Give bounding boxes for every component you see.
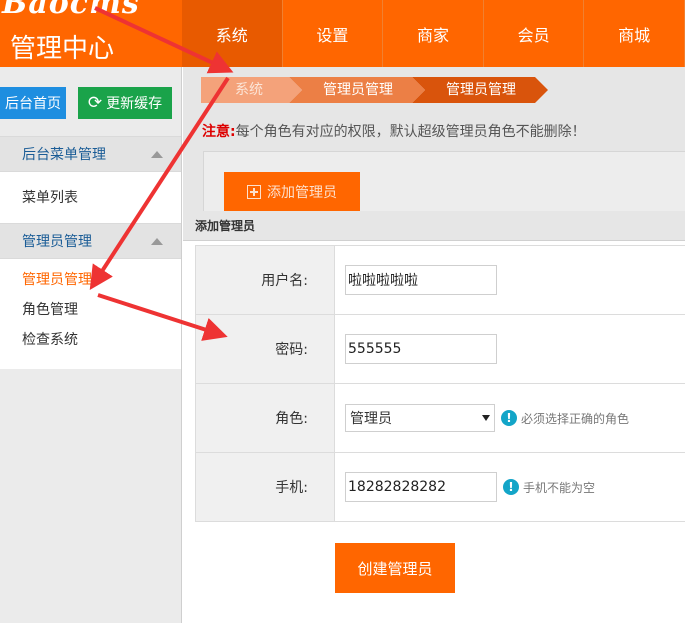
role-hint-text: 必须选择正确的角色 bbox=[521, 411, 630, 426]
phone-hint: ! 手机不能为空 bbox=[503, 479, 595, 496]
nav-item-system[interactable]: 系统 bbox=[182, 0, 283, 67]
form-row-username: 用户名: bbox=[195, 246, 685, 315]
username-label: 用户名: bbox=[195, 246, 335, 314]
sidebar-list-menu: 菜单列表 bbox=[0, 172, 181, 223]
form-row-role: 角色: 管理员 ! 必须选择正确的角色 bbox=[195, 384, 685, 453]
username-cell bbox=[335, 246, 685, 314]
role-select-value: 管理员 bbox=[350, 411, 392, 427]
nav-item-members[interactable]: 会员 bbox=[484, 0, 585, 67]
nav-item-settings[interactable]: 设置 bbox=[283, 0, 384, 67]
caret-up-icon bbox=[151, 237, 163, 245]
password-input[interactable] bbox=[345, 334, 497, 364]
logo: Baocms 管理中心 bbox=[0, 0, 182, 67]
notice: 注意:每个角色有对应的权限，默认超级管理员角色不能删除！ bbox=[202, 121, 586, 141]
nav-item-merchants[interactable]: 商家 bbox=[383, 0, 484, 67]
nav-item-mall[interactable]: 商城 bbox=[584, 0, 685, 67]
dropdown-arrow-icon bbox=[482, 415, 490, 421]
add-admin-dialog: 添加管理员 用户名: 密码: 角色: 管理员 ! 必须选择正确的角 bbox=[183, 211, 685, 623]
admin-home-button[interactable]: 后台首页 bbox=[0, 87, 66, 119]
add-admin-label: 添加管理员 bbox=[267, 185, 337, 201]
update-cache-button[interactable]: ⟳ 更新缓存 bbox=[78, 87, 172, 119]
logo-brand: Baocms bbox=[2, 0, 140, 21]
phone-hint-text: 手机不能为空 bbox=[523, 480, 596, 495]
refresh-icon: ⟳ bbox=[87, 92, 103, 113]
top-nav: 系统 设置 商家 会员 商城 bbox=[182, 0, 685, 67]
breadcrumb-item[interactable]: 管理员管理 bbox=[412, 77, 548, 103]
sidebar-item-check-system[interactable]: 检查系统 bbox=[0, 325, 181, 355]
notice-label: 注意: bbox=[202, 124, 236, 140]
sidebar-group-title: 管理员管理 bbox=[22, 234, 92, 250]
caret-up-icon bbox=[151, 150, 163, 158]
alert-icon: ! bbox=[501, 410, 517, 426]
breadcrumb-item[interactable]: 系统 bbox=[201, 77, 302, 103]
sidebar: 后台首页 ⟳ 更新缓存 后台菜单管理 菜单列表 管理员管理 管理员管理 角色管理… bbox=[0, 67, 182, 623]
dialog-title: 添加管理员 bbox=[183, 211, 685, 241]
phone-input[interactable] bbox=[345, 472, 497, 502]
role-cell: 管理员 ! 必须选择正确的角色 bbox=[335, 384, 685, 452]
role-select[interactable]: 管理员 bbox=[345, 404, 495, 432]
plus-icon bbox=[247, 185, 261, 199]
sidebar-item-role-management[interactable]: 角色管理 bbox=[0, 295, 181, 325]
form-row-password: 密码: bbox=[195, 315, 685, 384]
breadcrumb-item[interactable]: 管理员管理 bbox=[289, 77, 425, 103]
alert-icon: ! bbox=[503, 479, 519, 495]
breadcrumb: 系统 管理员管理 管理员管理 bbox=[201, 77, 548, 103]
phone-cell: ! 手机不能为空 bbox=[335, 453, 685, 521]
role-hint: ! 必须选择正确的角色 bbox=[501, 410, 629, 427]
create-admin-button[interactable]: 创建管理员 bbox=[335, 543, 455, 593]
sidebar-group-menu-management[interactable]: 后台菜单管理 bbox=[0, 136, 181, 172]
phone-label: 手机: bbox=[195, 453, 335, 521]
update-cache-label: 更新缓存 bbox=[106, 96, 163, 112]
sidebar-item-admin-management[interactable]: 管理员管理 bbox=[0, 265, 181, 295]
sidebar-group-admin-management[interactable]: 管理员管理 bbox=[0, 223, 181, 259]
sidebar-list-admin: 管理员管理 角色管理 检查系统 bbox=[0, 259, 181, 369]
logo-title: 管理中心 bbox=[10, 34, 115, 64]
sidebar-group-title: 后台菜单管理 bbox=[22, 147, 106, 163]
password-cell bbox=[335, 315, 685, 383]
sidebar-item-menu-list[interactable]: 菜单列表 bbox=[0, 183, 78, 213]
username-input[interactable] bbox=[345, 265, 497, 295]
sidebar-buttons: 后台首页 ⟳ 更新缓存 bbox=[0, 67, 181, 136]
role-label: 角色: bbox=[195, 384, 335, 452]
notice-text: 每个角色有对应的权限，默认超级管理员角色不能删除！ bbox=[235, 124, 586, 140]
password-label: 密码: bbox=[195, 315, 335, 383]
form-row-phone: 手机: ! 手机不能为空 bbox=[195, 453, 685, 522]
add-admin-button[interactable]: 添加管理员 bbox=[224, 172, 360, 212]
admin-form: 用户名: 密码: 角色: 管理员 ! 必须选择正确的角色 bbox=[195, 245, 685, 522]
